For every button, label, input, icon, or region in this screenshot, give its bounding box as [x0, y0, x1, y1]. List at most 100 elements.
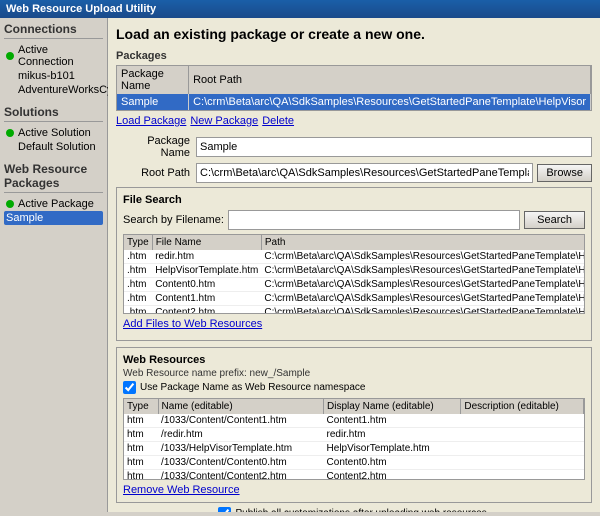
file-name-cell: Content0.htm [152, 278, 261, 292]
file-name-cell: HelpVisorTemplate.htm [152, 264, 261, 278]
wr-col-type: Type [124, 399, 158, 414]
wr-desc-cell [461, 442, 584, 456]
sidebar: Connections Active Connection mikus-b101… [0, 18, 108, 512]
sidebar-active-package[interactable]: Active Package [4, 197, 103, 211]
wr-name-cell: /redir.htm [158, 428, 323, 442]
file-path-cell: C:\crm\Beta\arc\QA\SdkSamples\Resources\… [261, 278, 585, 292]
publish-checkbox[interactable] [218, 507, 231, 512]
page-title: Load an existing package or create a new… [116, 26, 592, 42]
pkg-col-name: Package Name [117, 66, 189, 94]
wr-type-cell: htm [124, 442, 158, 456]
file-type-cell: .htm [124, 278, 152, 292]
table-row[interactable]: .htmContent2.htmC:\crm\Beta\arc\QA\SdkSa… [124, 306, 585, 315]
title-bar-label: Web Resource Upload Utility [6, 3, 156, 15]
wr-subtitle: Web Resource name prefix: new_/Sample [123, 368, 585, 379]
wr-name-cell: /1033/Content/Content2.htm [158, 470, 323, 481]
wr-desc-cell [461, 428, 584, 442]
wr-display-cell: Content2.htm [324, 470, 461, 481]
package-dot [6, 200, 14, 208]
table-row[interactable]: htm/1033/HelpVisorTemplate.htmHelpVisorT… [124, 442, 584, 456]
wr-table-wrapper: Type Name (editable) Display Name (edita… [123, 398, 585, 480]
table-row[interactable]: .htmContent1.htmC:\crm\Beta\arc\QA\SdkSa… [124, 292, 585, 306]
connection-dot [6, 52, 14, 60]
use-package-name-checkbox[interactable] [123, 381, 136, 394]
search-row: Search by Filename: Search [123, 210, 585, 230]
table-row[interactable]: .htmHelpVisorTemplate.htmC:\crm\Beta\arc… [124, 264, 585, 278]
publish-row: Publish all customizations after uploadi… [116, 507, 592, 512]
table-row[interactable]: htm/redir.htmredir.htm [124, 428, 584, 442]
wr-display-cell: redir.htm [324, 428, 461, 442]
sidebar-package-name: Sample [6, 212, 43, 224]
pkg-action-buttons: Load Package New Package Delete [116, 115, 592, 127]
sidebar-connection-label: Active Connection [18, 44, 101, 68]
table-row[interactable]: .htmContent0.htmC:\crm\Beta\arc\QA\SdkSa… [124, 278, 585, 292]
file-search-section: File Search Search by Filename: Search T… [116, 187, 592, 341]
title-bar: Web Resource Upload Utility [0, 0, 600, 18]
sidebar-active-package-label: Active Package [18, 198, 94, 210]
sidebar-solution-name[interactable]: Default Solution [4, 140, 103, 154]
wr-desc-cell [461, 470, 584, 481]
pkg-col-path: Root Path [189, 66, 591, 94]
file-col-type: Type [124, 235, 152, 250]
sidebar-active-connection[interactable]: Active Connection [4, 43, 103, 69]
file-col-path: Path [261, 235, 585, 250]
package-name-input[interactable] [196, 137, 592, 157]
pkg-path-cell: C:\crm\Beta\arc\QA\SdkSamples\Resources\… [189, 94, 591, 110]
search-button[interactable]: Search [524, 211, 585, 229]
remove-btn-row: Remove Web Resource [123, 484, 585, 496]
sidebar-solution-label: Active Solution [18, 127, 91, 139]
wr-name-cell: /1033/HelpVisorTemplate.htm [158, 442, 323, 456]
sidebar-connections-title: Connections [4, 22, 103, 39]
wr-display-cell: Content1.htm [324, 414, 461, 428]
package-name-label: Package Name [116, 135, 196, 159]
wr-type-cell: htm [124, 414, 158, 428]
solution-dot [6, 129, 14, 137]
root-path-input[interactable] [196, 163, 533, 183]
load-package-button[interactable]: Load Package [116, 115, 186, 127]
wr-table: Type Name (editable) Display Name (edita… [124, 399, 584, 480]
remove-wr-button[interactable]: Remove Web Resource [123, 484, 240, 496]
file-path-cell: C:\crm\Beta\arc\QA\SdkSamples\Resources\… [261, 292, 585, 306]
wr-type-cell: htm [124, 428, 158, 442]
file-type-cell: .htm [124, 306, 152, 315]
search-input[interactable] [228, 210, 520, 230]
root-path-label: Root Path [116, 167, 196, 179]
sidebar-package-sample[interactable]: Sample [4, 211, 103, 225]
content-area: Load an existing package or create a new… [108, 18, 600, 512]
table-row[interactable]: htm/1033/Content/Content1.htmContent1.ht… [124, 414, 584, 428]
sidebar-server-item[interactable]: mikus-b101 [4, 69, 103, 83]
sidebar-solutions-section: Solutions Active Solution Default Soluti… [4, 105, 103, 154]
table-row[interactable]: htm/1033/Content/Content2.htmContent2.ht… [124, 470, 584, 481]
publish-label: Publish all customizations after uploadi… [235, 508, 489, 512]
sidebar-wrp-section: Web ResourcePackages Active Package Samp… [4, 162, 103, 225]
wr-display-cell: Content0.htm [324, 456, 461, 470]
wr-name-cell: /1033/Content/Content0.htm [158, 456, 323, 470]
file-type-cell: .htm [124, 250, 152, 264]
file-path-cell: C:\crm\Beta\arc\QA\SdkSamples\Resources\… [261, 264, 585, 278]
table-row[interactable]: htm/1033/Content/Content0.htmContent0.ht… [124, 456, 584, 470]
browse-button[interactable]: Browse [537, 164, 592, 182]
wr-display-cell: HelpVisorTemplate.htm [324, 442, 461, 456]
file-type-cell: .htm [124, 264, 152, 278]
add-files-button[interactable]: Add Files to Web Resources [123, 318, 262, 330]
new-package-button[interactable]: New Package [190, 115, 258, 127]
search-by-label: Search by Filename: [123, 214, 224, 226]
wr-col-name: Name (editable) [158, 399, 323, 414]
file-name-cell: redir.htm [152, 250, 261, 264]
sidebar-org-item[interactable]: AdventureWorksCycle [4, 83, 103, 97]
file-type-cell: .htm [124, 292, 152, 306]
wr-type-cell: htm [124, 456, 158, 470]
add-btn-row: Add Files to Web Resources [123, 318, 585, 330]
table-row[interactable]: Sample C:\crm\Beta\arc\QA\SdkSamples\Res… [117, 94, 591, 110]
delete-button[interactable]: Delete [262, 115, 294, 127]
packages-section-label: Packages [116, 50, 592, 62]
sidebar-connections-section: Connections Active Connection mikus-b101… [4, 22, 103, 97]
file-path-cell: C:\crm\Beta\arc\QA\SdkSamples\Resources\… [261, 250, 585, 264]
files-table: Type File Name Path .htmredir.htmC:\crm\… [124, 235, 585, 314]
sidebar-active-solution[interactable]: Active Solution [4, 126, 103, 140]
file-search-title: File Search [123, 194, 585, 206]
wr-desc-cell [461, 456, 584, 470]
pkg-name-cell: Sample [117, 94, 189, 110]
table-row[interactable]: .htmredir.htmC:\crm\Beta\arc\QA\SdkSampl… [124, 250, 585, 264]
file-path-cell: C:\crm\Beta\arc\QA\SdkSamples\Resources\… [261, 306, 585, 315]
